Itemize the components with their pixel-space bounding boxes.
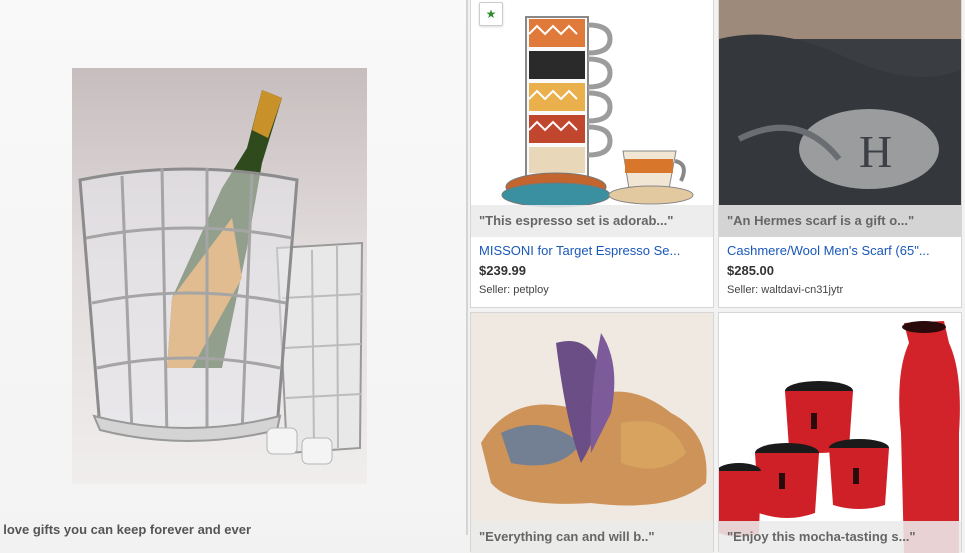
- card-seller: Seller: petploy: [479, 284, 549, 296]
- espresso-illustration: [501, 16, 694, 208]
- card-quote: "An Hermes scarf is a gift o...": [719, 205, 961, 237]
- card-price: $239.99: [479, 263, 526, 278]
- scarf-image[interactable]: H: [719, 0, 961, 237]
- card-title-link[interactable]: Cashmere/Wool Men's Scarf (65"...: [727, 243, 930, 258]
- scarf-illustration: H: [719, 0, 961, 237]
- card-quote: "Enjoy this mocha-tasting s...": [719, 521, 961, 553]
- panel-divider: [466, 0, 468, 535]
- butterfly-illustration: [481, 333, 707, 506]
- featured-panel: I love gifts you can keep forever and ev…: [0, 0, 466, 537]
- sake-set-image[interactable]: [719, 313, 961, 553]
- champagne-bucket-image[interactable]: [72, 68, 367, 484]
- seller-name[interactable]: petploy: [513, 284, 548, 296]
- card-price: $285.00: [727, 263, 774, 278]
- product-card-espresso[interactable]: ★ "This espresso set is adorab..." MISSO…: [470, 0, 714, 308]
- champagne-illustration: [78, 90, 364, 465]
- seller-name[interactable]: waltdavi-cn31jytr: [761, 284, 843, 296]
- product-card-scarf[interactable]: H "An Hermes scarf is a gift o..." Cashm…: [718, 0, 962, 308]
- product-card-butterfly[interactable]: "Everything can and will b..": [470, 312, 714, 553]
- butterfly-dish-image[interactable]: [471, 313, 713, 553]
- espresso-set-image[interactable]: [471, 0, 713, 237]
- seller-label: Seller:: [727, 284, 759, 296]
- svg-text:H: H: [859, 126, 892, 177]
- seller-label: Seller:: [479, 284, 511, 296]
- card-quote: "Everything can and will b..": [471, 521, 713, 553]
- card-quote: "This espresso set is adorab...": [471, 205, 713, 237]
- card-seller: Seller: waltdavi-cn31jytr: [727, 284, 843, 296]
- product-card-sake-set[interactable]: "Enjoy this mocha-tasting s...": [718, 312, 962, 553]
- favorite-star-icon[interactable]: ★: [479, 2, 503, 26]
- card-title-link[interactable]: MISSONI for Target Espresso Se...: [479, 243, 680, 258]
- sake-set-illustration: [719, 321, 960, 553]
